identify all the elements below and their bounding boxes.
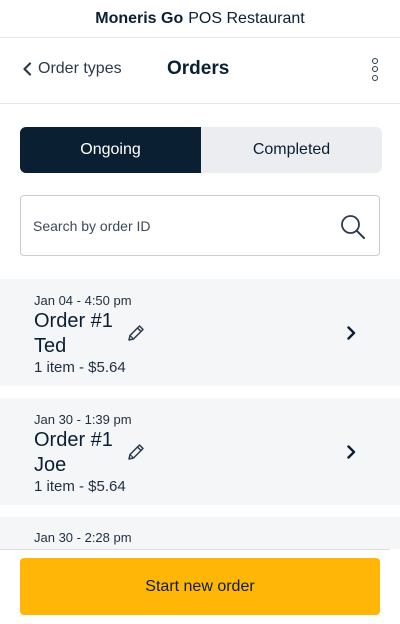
search-input[interactable]	[21, 217, 321, 234]
order-number: Order #1	[34, 429, 113, 451]
back-label: Order types	[38, 60, 122, 77]
order-summary: 1 item - $5.64	[34, 478, 126, 495]
order-summary: 1 item - $5.64	[34, 359, 126, 376]
order-status-tabs: Ongoing Completed	[20, 127, 382, 173]
chevron-left-icon	[23, 62, 32, 76]
search-box	[20, 195, 380, 256]
edit-icon[interactable]	[126, 323, 146, 343]
list-divider	[0, 549, 390, 550]
tab-completed[interactable]: Completed	[201, 127, 382, 173]
chevron-right-icon	[347, 445, 356, 459]
order-datetime: Jan 30 - 1:39 pm	[34, 412, 132, 427]
nav-header: Order types Orders	[0, 38, 400, 104]
start-new-order-button[interactable]: Start new order	[20, 558, 380, 615]
page-title: Orders	[167, 58, 230, 79]
order-customer: Joe	[34, 454, 67, 476]
order-card[interactable]: Jan 04 - 4:50 pm Order #1 Ted 1 item - $…	[0, 279, 400, 386]
more-options-icon[interactable]	[368, 56, 382, 86]
chevron-right-icon	[347, 326, 356, 340]
order-number: Order #1	[34, 310, 113, 332]
order-card[interactable]: Jan 30 - 2:28 pm	[0, 517, 400, 549]
order-card[interactable]: Jan 30 - 1:39 pm Order #1 Joe 1 item - $…	[0, 398, 400, 505]
order-datetime: Jan 30 - 2:28 pm	[34, 530, 132, 545]
order-datetime: Jan 04 - 4:50 pm	[34, 293, 132, 308]
search-icon[interactable]	[339, 213, 367, 241]
app-title-bar: Moneris Go POS Restaurant	[0, 0, 400, 38]
order-customer: Ted	[34, 335, 67, 357]
tab-ongoing[interactable]: Ongoing	[20, 127, 201, 173]
brand-name: Moneris Go	[95, 9, 184, 27]
back-button[interactable]: Order types	[22, 60, 122, 78]
edit-icon[interactable]	[126, 442, 146, 462]
brand-product: POS Restaurant	[188, 9, 305, 27]
